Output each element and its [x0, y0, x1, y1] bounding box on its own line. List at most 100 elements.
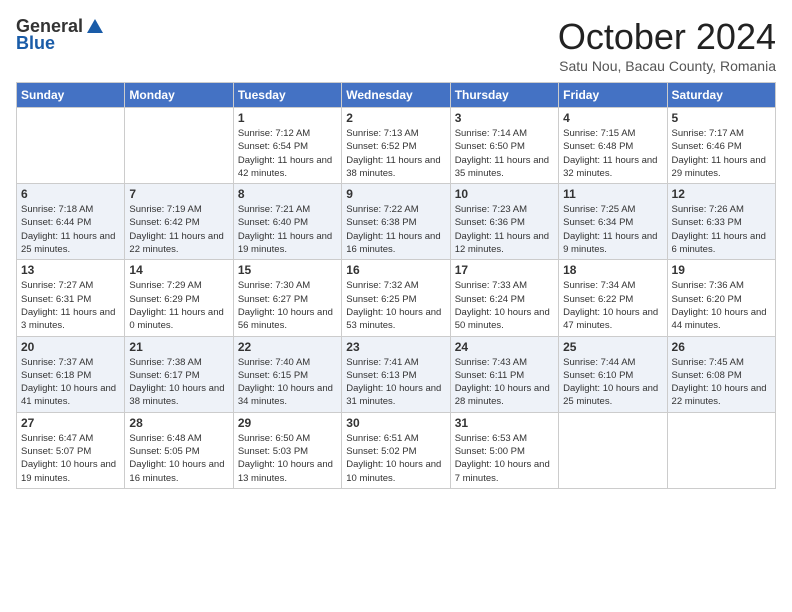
calendar-day-header: Friday	[559, 83, 667, 108]
day-info: Sunrise: 7:15 AM Sunset: 6:48 PM Dayligh…	[563, 127, 662, 180]
calendar-day-cell: 19 Sunrise: 7:36 AM Sunset: 6:20 PM Dayli…	[667, 260, 775, 336]
calendar-week-row: 13 Sunrise: 7:27 AM Sunset: 6:31 PM Dayli…	[17, 260, 776, 336]
day-number: 22	[238, 340, 337, 354]
day-number: 4	[563, 111, 662, 125]
page-header: General Blue October 2024 Satu Nou, Baca…	[16, 16, 776, 74]
day-number: 7	[129, 187, 228, 201]
calendar-day-cell: 7 Sunrise: 7:19 AM Sunset: 6:42 PM Daylig…	[125, 184, 233, 260]
day-info: Sunrise: 7:19 AM Sunset: 6:42 PM Dayligh…	[129, 203, 228, 256]
calendar-day-cell: 17 Sunrise: 7:33 AM Sunset: 6:24 PM Dayli…	[450, 260, 558, 336]
calendar-day-cell	[559, 412, 667, 488]
day-info: Sunrise: 6:53 AM Sunset: 5:00 PM Dayligh…	[455, 432, 554, 485]
calendar-week-row: 20 Sunrise: 7:37 AM Sunset: 6:18 PM Dayli…	[17, 336, 776, 412]
day-number: 9	[346, 187, 445, 201]
day-info: Sunrise: 7:17 AM Sunset: 6:46 PM Dayligh…	[672, 127, 771, 180]
calendar-day-cell	[17, 108, 125, 184]
day-number: 29	[238, 416, 337, 430]
title-section: October 2024 Satu Nou, Bacau County, Rom…	[558, 16, 776, 74]
day-number: 19	[672, 263, 771, 277]
day-info: Sunrise: 7:45 AM Sunset: 6:08 PM Dayligh…	[672, 356, 771, 409]
day-number: 20	[21, 340, 120, 354]
day-info: Sunrise: 7:41 AM Sunset: 6:13 PM Dayligh…	[346, 356, 445, 409]
day-number: 25	[563, 340, 662, 354]
logo-blue-text: Blue	[16, 33, 55, 54]
calendar-day-header: Saturday	[667, 83, 775, 108]
calendar-day-header: Monday	[125, 83, 233, 108]
calendar-day-header: Tuesday	[233, 83, 341, 108]
calendar-day-cell: 12 Sunrise: 7:26 AM Sunset: 6:33 PM Dayli…	[667, 184, 775, 260]
day-info: Sunrise: 7:32 AM Sunset: 6:25 PM Dayligh…	[346, 279, 445, 332]
calendar-day-cell: 28 Sunrise: 6:48 AM Sunset: 5:05 PM Dayli…	[125, 412, 233, 488]
day-number: 31	[455, 416, 554, 430]
calendar-day-cell: 14Sunrise: 7:29 AM Sunset: 6:29 PM Dayli…	[125, 260, 233, 336]
calendar-day-cell: 24Sunrise: 7:43 AM Sunset: 6:11 PM Dayli…	[450, 336, 558, 412]
calendar-day-cell: 18Sunrise: 7:34 AM Sunset: 6:22 PM Dayli…	[559, 260, 667, 336]
day-number: 27	[21, 416, 120, 430]
calendar-day-cell: 8 Sunrise: 7:21 AM Sunset: 6:40 PM Daylig…	[233, 184, 341, 260]
calendar-day-cell: 20 Sunrise: 7:37 AM Sunset: 6:18 PM Dayli…	[17, 336, 125, 412]
day-number: 17	[455, 263, 554, 277]
calendar-day-cell: 22 Sunrise: 7:40 AM Sunset: 6:15 PM Dayli…	[233, 336, 341, 412]
day-info: Sunrise: 7:33 AM Sunset: 6:24 PM Dayligh…	[455, 279, 554, 332]
calendar-day-cell: 16 Sunrise: 7:32 AM Sunset: 6:25 PM Dayli…	[342, 260, 450, 336]
day-number: 28	[129, 416, 228, 430]
day-number: 6	[21, 187, 120, 201]
calendar-day-cell: 23Sunrise: 7:41 AM Sunset: 6:13 PM Dayli…	[342, 336, 450, 412]
day-number: 26	[672, 340, 771, 354]
calendar-day-cell: 29 Sunrise: 6:50 AM Sunset: 5:03 PM Dayli…	[233, 412, 341, 488]
day-info: Sunrise: 7:37 AM Sunset: 6:18 PM Dayligh…	[21, 356, 120, 409]
calendar-day-header: Sunday	[17, 83, 125, 108]
day-info: Sunrise: 7:13 AM Sunset: 6:52 PM Dayligh…	[346, 127, 445, 180]
day-info: Sunrise: 7:18 AM Sunset: 6:44 PM Dayligh…	[21, 203, 120, 256]
day-number: 5	[672, 111, 771, 125]
calendar-day-cell: 15 Sunrise: 7:30 AM Sunset: 6:27 PM Dayli…	[233, 260, 341, 336]
calendar-day-cell: 13 Sunrise: 7:27 AM Sunset: 6:31 PM Dayli…	[17, 260, 125, 336]
calendar-day-cell: 1Sunrise: 7:12 AM Sunset: 6:54 PM Daylig…	[233, 108, 341, 184]
month-title: October 2024	[558, 16, 776, 58]
day-info: Sunrise: 7:36 AM Sunset: 6:20 PM Dayligh…	[672, 279, 771, 332]
day-info: Sunrise: 7:34 AM Sunset: 6:22 PM Dayligh…	[563, 279, 662, 332]
day-info: Sunrise: 7:22 AM Sunset: 6:38 PM Dayligh…	[346, 203, 445, 256]
calendar-day-cell: 2 Sunrise: 7:13 AM Sunset: 6:52 PM Daylig…	[342, 108, 450, 184]
day-number: 3	[455, 111, 554, 125]
calendar-day-header: Thursday	[450, 83, 558, 108]
calendar-table: SundayMondayTuesdayWednesdayThursdayFrid…	[16, 82, 776, 489]
day-info: Sunrise: 6:47 AM Sunset: 5:07 PM Dayligh…	[21, 432, 120, 485]
calendar-day-cell: 9 Sunrise: 7:22 AM Sunset: 6:38 PM Daylig…	[342, 184, 450, 260]
day-info: Sunrise: 7:26 AM Sunset: 6:33 PM Dayligh…	[672, 203, 771, 256]
day-number: 12	[672, 187, 771, 201]
calendar-day-cell	[667, 412, 775, 488]
calendar-day-cell: 6 Sunrise: 7:18 AM Sunset: 6:44 PM Daylig…	[17, 184, 125, 260]
day-number: 21	[129, 340, 228, 354]
day-number: 16	[346, 263, 445, 277]
day-info: Sunrise: 7:23 AM Sunset: 6:36 PM Dayligh…	[455, 203, 554, 256]
calendar-week-row: 1Sunrise: 7:12 AM Sunset: 6:54 PM Daylig…	[17, 108, 776, 184]
calendar-header-row: SundayMondayTuesdayWednesdayThursdayFrid…	[17, 83, 776, 108]
day-number: 13	[21, 263, 120, 277]
day-info: Sunrise: 7:21 AM Sunset: 6:40 PM Dayligh…	[238, 203, 337, 256]
calendar-day-cell	[125, 108, 233, 184]
day-info: Sunrise: 7:12 AM Sunset: 6:54 PM Dayligh…	[238, 127, 337, 180]
day-info: Sunrise: 6:51 AM Sunset: 5:02 PM Dayligh…	[346, 432, 445, 485]
day-info: Sunrise: 7:29 AM Sunset: 6:29 PM Dayligh…	[129, 279, 228, 332]
calendar-day-cell: 21 Sunrise: 7:38 AM Sunset: 6:17 PM Dayli…	[125, 336, 233, 412]
calendar-day-cell: 4 Sunrise: 7:15 AM Sunset: 6:48 PM Daylig…	[559, 108, 667, 184]
day-info: Sunrise: 6:48 AM Sunset: 5:05 PM Dayligh…	[129, 432, 228, 485]
day-number: 15	[238, 263, 337, 277]
day-number: 8	[238, 187, 337, 201]
day-number: 2	[346, 111, 445, 125]
day-info: Sunrise: 7:40 AM Sunset: 6:15 PM Dayligh…	[238, 356, 337, 409]
calendar-day-cell: 3Sunrise: 7:14 AM Sunset: 6:50 PM Daylig…	[450, 108, 558, 184]
day-info: Sunrise: 7:25 AM Sunset: 6:34 PM Dayligh…	[563, 203, 662, 256]
location-text: Satu Nou, Bacau County, Romania	[558, 58, 776, 74]
logo: General Blue	[16, 16, 105, 54]
day-info: Sunrise: 7:38 AM Sunset: 6:17 PM Dayligh…	[129, 356, 228, 409]
calendar-week-row: 6 Sunrise: 7:18 AM Sunset: 6:44 PM Daylig…	[17, 184, 776, 260]
day-number: 10	[455, 187, 554, 201]
calendar-week-row: 27 Sunrise: 6:47 AM Sunset: 5:07 PM Dayli…	[17, 412, 776, 488]
day-info: Sunrise: 7:30 AM Sunset: 6:27 PM Dayligh…	[238, 279, 337, 332]
day-info: Sunrise: 7:27 AM Sunset: 6:31 PM Dayligh…	[21, 279, 120, 332]
calendar-day-cell: 30Sunrise: 6:51 AM Sunset: 5:02 PM Dayli…	[342, 412, 450, 488]
day-info: Sunrise: 6:50 AM Sunset: 5:03 PM Dayligh…	[238, 432, 337, 485]
day-info: Sunrise: 7:43 AM Sunset: 6:11 PM Dayligh…	[455, 356, 554, 409]
